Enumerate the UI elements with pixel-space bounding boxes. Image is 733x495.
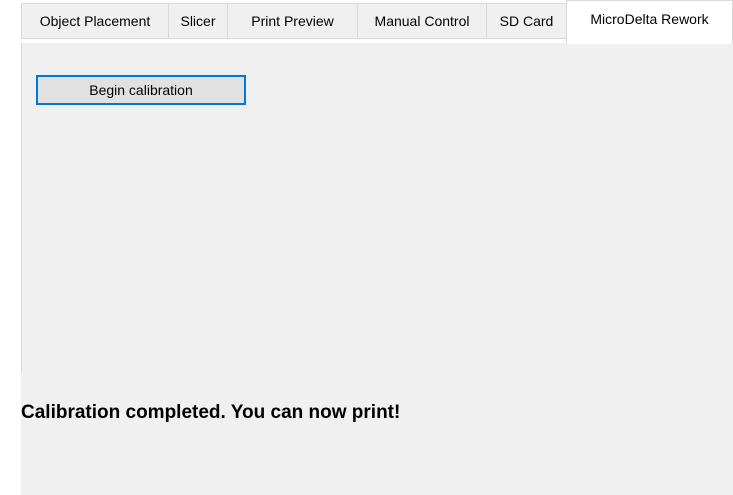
tab-print-preview[interactable]: Print Preview: [227, 3, 358, 39]
status-area: [21, 373, 733, 495]
tab-strip: Object Placement Slicer Print Preview Ma…: [0, 0, 733, 44]
application-window: Object Placement Slicer Print Preview Ma…: [0, 0, 733, 495]
begin-calibration-button[interactable]: Begin calibration: [36, 75, 246, 105]
tab-microdelta-rework[interactable]: MicroDelta Rework: [566, 0, 733, 44]
tab-object-placement[interactable]: Object Placement: [21, 3, 169, 39]
tab-sd-card[interactable]: SD Card: [486, 3, 567, 39]
calibration-status-message: Calibration completed. You can now print…: [21, 402, 401, 423]
tab-manual-control[interactable]: Manual Control: [357, 3, 487, 39]
tab-slicer[interactable]: Slicer: [168, 3, 228, 39]
